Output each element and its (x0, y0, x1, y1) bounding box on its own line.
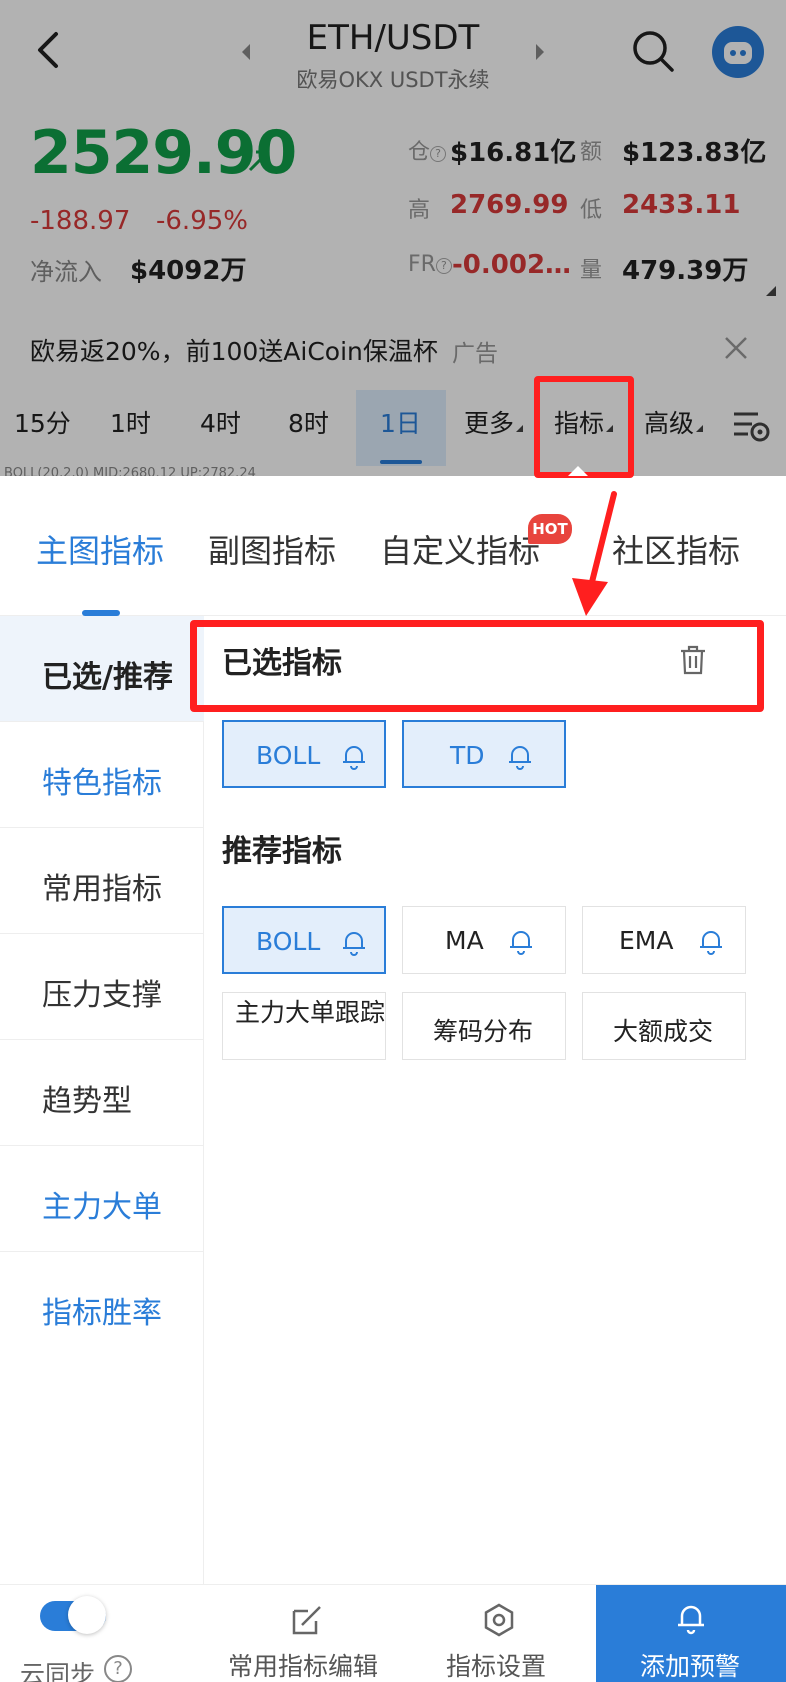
market-header: ETH/USDT 欧易OKX USDT永续 2529.90 -188.97 -6… (0, 0, 786, 481)
advanced-tab[interactable]: 高级 (644, 404, 704, 440)
volume-value: 479.39万 (622, 256, 749, 286)
recommended-chip-boll[interactable]: BOLL (222, 906, 386, 974)
edit-icon (292, 1606, 321, 1635)
price-change: -188.97 (30, 206, 131, 236)
recommended-chip-whale-tracking[interactable]: 主力大单跟踪 (222, 992, 386, 1060)
trend-arrow-icon (248, 150, 270, 172)
timeframe-8h[interactable]: 8时 (288, 404, 329, 440)
ad-text[interactable]: 欧易返20%，前100送AiCoin保温杯 (30, 332, 438, 368)
highlight-selected-section (190, 620, 764, 712)
sidebar-item-selected[interactable]: 已选/推荐 (0, 616, 204, 722)
toggle-knob (68, 1596, 106, 1634)
timeframe-4h[interactable]: 4时 (200, 404, 241, 440)
selected-chip-boll[interactable]: BOLL (222, 720, 386, 788)
sheet-footer: 云同步 ? 常用指标编辑 指标设置 添加预警 (0, 1584, 786, 1682)
dropdown-corner-icon (696, 425, 704, 432)
bell-icon[interactable] (340, 928, 368, 956)
chart-settings-icon[interactable] (732, 408, 772, 444)
amount-value: $123.83亿 (622, 138, 767, 168)
oi-label: 仓? (408, 134, 447, 166)
indicator-tabs: 主图指标 副图指标 自定义指标 HOT 社区指标 (0, 476, 786, 616)
low-label: 低 (580, 198, 603, 223)
timeframe-1d[interactable]: 1日 (380, 404, 421, 440)
tab-community-indicators[interactable]: 社区指标 (612, 526, 740, 572)
category-sidebar: 已选/推荐 特色指标 常用指标 压力支撑 趋势型 主力大单 指标胜率 (0, 616, 204, 1682)
help-icon[interactable]: ? (430, 146, 447, 162)
expand-corner-icon[interactable] (766, 286, 776, 296)
robot-avatar-icon[interactable] (712, 26, 764, 78)
next-pair-icon[interactable] (530, 40, 550, 64)
timeframe-1h[interactable]: 1时 (110, 404, 151, 440)
sheet-pointer (568, 466, 588, 476)
help-icon[interactable]: ? (104, 1655, 132, 1682)
tab-sub-indicators[interactable]: 副图指标 (208, 526, 336, 572)
tab-custom-indicators[interactable]: 自定义指标 (380, 526, 540, 572)
search-icon[interactable] (630, 28, 676, 74)
dropdown-corner-icon (516, 425, 524, 432)
bell-icon[interactable] (506, 742, 534, 770)
timeframe-underline (380, 460, 422, 464)
edit-common-button[interactable]: 常用指标编辑 (228, 1585, 398, 1682)
selected-chip-td[interactable]: TD (402, 720, 566, 788)
ad-banner[interactable]: 欧易返20%，前100送AiCoin保温杯 广告 (0, 318, 786, 382)
netflow-value: $4092万 (130, 256, 247, 286)
low-value: 2433.11 (622, 190, 741, 220)
bell-icon[interactable] (697, 927, 725, 955)
annotation-arrow-icon (572, 491, 617, 616)
timeframe-15m[interactable]: 15分 (14, 404, 71, 440)
sidebar-item-win-rate[interactable]: 指标胜率 (0, 1252, 204, 1358)
sidebar-item-support-resistance[interactable]: 压力支撑 (0, 934, 204, 1040)
funding-rate-value: -0.002… (452, 250, 572, 280)
tab-main-indicators[interactable]: 主图指标 (36, 526, 164, 572)
cloud-sync-label: 云同步 (20, 1660, 96, 1682)
hexagon-gear-icon (484, 1603, 514, 1637)
recommended-chip-ema[interactable]: EMA (582, 906, 746, 974)
recommended-chip-large-trades[interactable]: 大额成交 (582, 992, 746, 1060)
nav-bar: ETH/USDT 欧易OKX USDT永续 (0, 0, 786, 110)
price-change-pct: -6.95% (156, 206, 248, 236)
bell-icon[interactable] (507, 927, 535, 955)
bell-icon[interactable] (340, 742, 368, 770)
close-icon[interactable] (722, 334, 750, 362)
high-value: 2769.99 (450, 190, 569, 220)
recommended-title: 推荐指标 (222, 834, 342, 869)
volume-label: 量 (580, 258, 603, 283)
bell-icon (678, 1605, 704, 1635)
timeframe-more[interactable]: 更多 (464, 404, 524, 440)
help-icon[interactable]: ? (435, 258, 452, 274)
indicator-content: 已选指标 BOLL TD 推荐指标 BOLL MA EMA 主力大单跟踪 筹码分… (204, 616, 786, 1516)
sidebar-item-whale-orders[interactable]: 主力大单 (0, 1146, 204, 1252)
netflow-label: 净流入 (30, 258, 102, 286)
recommended-chip-ma[interactable]: MA (402, 906, 566, 974)
sidebar-item-featured[interactable]: 特色指标 (0, 722, 204, 828)
indicator-settings-button[interactable]: 指标设置 (446, 1585, 556, 1682)
funding-rate-label: FR? (408, 252, 452, 277)
amount-label: 额 (580, 140, 603, 165)
high-label: 高 (408, 198, 431, 223)
sidebar-item-trend[interactable]: 趋势型 (0, 1040, 204, 1146)
ad-tag: 广告 (452, 341, 498, 367)
add-alert-button[interactable]: 添加预警 (596, 1585, 786, 1682)
timeframe-bar: 15分 1时 4时 8时 1日 更多 指标 高级 (0, 386, 786, 466)
highlight-indicators-tab (534, 376, 634, 478)
recommended-chip-chip-distribution[interactable]: 筹码分布 (402, 992, 566, 1060)
oi-value: $16.81亿 (450, 138, 577, 168)
sidebar-item-common[interactable]: 常用指标 (0, 828, 204, 934)
